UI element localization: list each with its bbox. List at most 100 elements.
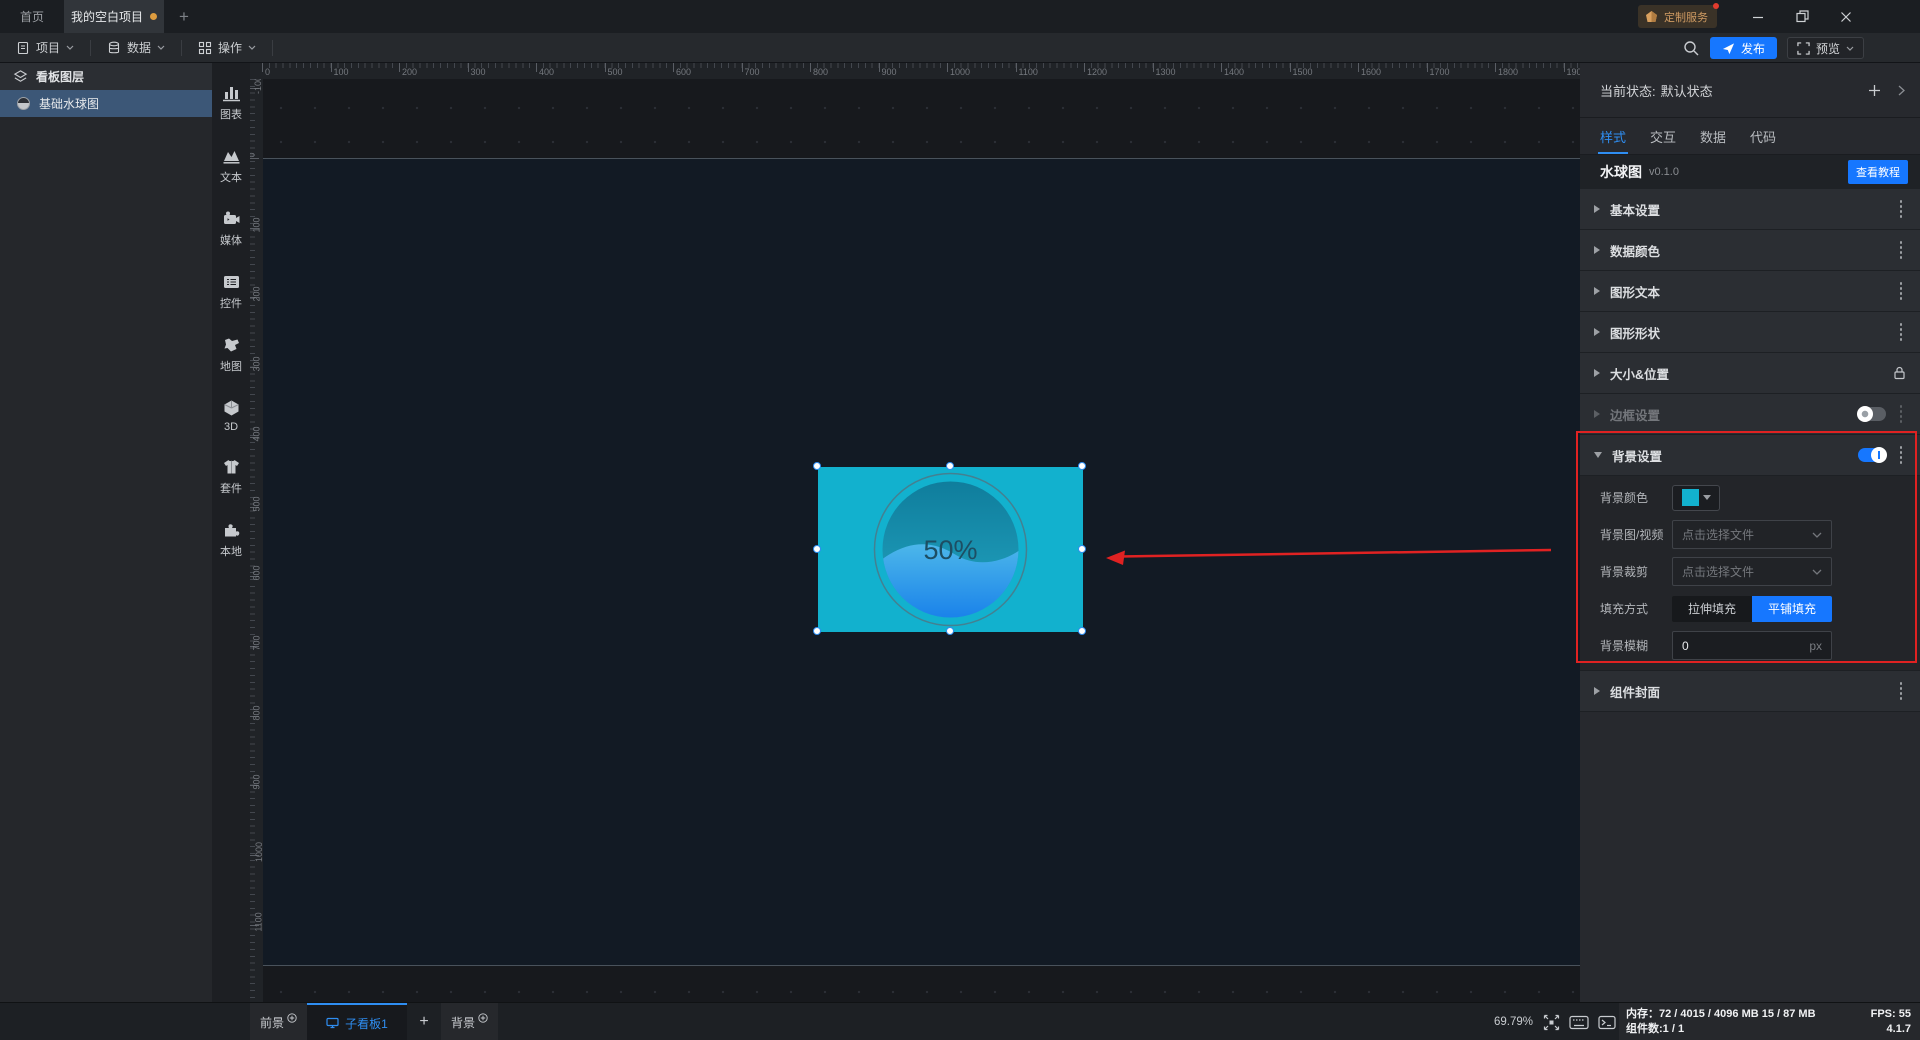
tab-home[interactable]: 首页 (0, 0, 64, 33)
caret-right-icon (1594, 328, 1600, 336)
library-item-label: 地图 (220, 361, 242, 373)
library-item-map[interactable]: 地图 (220, 336, 242, 374)
circle-plus-icon[interactable] (478, 1013, 488, 1023)
section-component-cover[interactable]: 组件封面 (1580, 671, 1920, 712)
tab-project[interactable]: 我的空白项目 (64, 0, 164, 33)
section-menu-icon[interactable] (1896, 682, 1907, 700)
resize-handle-e[interactable] (1078, 545, 1086, 553)
waterball-value-label: 50% (923, 535, 977, 565)
menu-data-label: 数据 (127, 41, 152, 55)
layer-item-waterball[interactable]: 基础水球图 (0, 90, 212, 117)
search-icon[interactable] (1683, 40, 1700, 57)
library-item-charts[interactable]: 图表 (220, 84, 242, 122)
section-label: 大小&位置 (1610, 367, 1670, 382)
zoom-level[interactable]: 69.79% (1494, 1003, 1533, 1040)
database-icon (108, 41, 120, 53)
section-graphic-shape[interactable]: 图形形状 (1580, 312, 1920, 353)
chevron-right-icon[interactable] (1897, 84, 1906, 97)
circle-plus-icon[interactable] (287, 1013, 297, 1023)
resize-handle-ne[interactable] (1078, 462, 1086, 470)
menu-project[interactable]: 项目 (0, 33, 90, 62)
components-grid-icon (198, 41, 212, 54)
background-board-button[interactable]: 背景 (441, 1003, 499, 1040)
state-bar: 当前状态: 默认状态 (1580, 63, 1920, 118)
resize-handle-n[interactable] (946, 462, 954, 470)
preview-button[interactable]: 预览 (1786, 37, 1864, 59)
component-name: 水球图 (1600, 164, 1642, 180)
library-item-label: 控件 (220, 298, 242, 310)
section-menu-icon[interactable] (1896, 282, 1907, 300)
section-menu-icon[interactable] (1896, 405, 1907, 423)
board-tab-active[interactable]: 子看板1 (307, 1003, 408, 1040)
section-graphic-text[interactable]: 图形文本 (1580, 271, 1920, 312)
chevron-down-icon (66, 45, 74, 50)
library-item-label: 图表 (220, 109, 242, 121)
resize-handle-sw[interactable] (813, 627, 821, 635)
tutorial-button[interactable]: 查看教程 (1848, 160, 1908, 184)
library-item-kits[interactable]: 套件 (220, 458, 242, 496)
annotation-red-box (1576, 431, 1917, 663)
menu-actions[interactable]: 操作 (182, 33, 272, 62)
app-window: 首页 我的空白项目 + 定制服务 项目 数据 操作 发布 预览 看板图层 基础水… (0, 0, 1920, 1040)
section-label: 图形形状 (1610, 326, 1661, 341)
layers-panel: 看板图层 基础水球图 (0, 63, 212, 1002)
chart-icon (222, 87, 240, 102)
menu-data[interactable]: 数据 (91, 33, 181, 62)
chevron-down-icon (248, 45, 256, 50)
waterball-chart: 50% (873, 472, 1028, 627)
artboard-bottom-edge (250, 965, 1580, 966)
maximize-button[interactable] (1786, 0, 1818, 33)
terminal-icon[interactable] (1598, 1015, 1616, 1030)
library-item-media[interactable]: 媒体 (220, 210, 242, 248)
tab-code[interactable]: 代码 (1750, 118, 1776, 154)
section-basic-settings[interactable]: 基本设置 (1580, 189, 1920, 230)
close-icon (1841, 11, 1851, 22)
panel-tabs: 样式 交互 数据 代码 (1580, 118, 1920, 155)
publish-button[interactable]: 发布 (1709, 37, 1777, 59)
library-item-label: 本地 (220, 546, 242, 558)
section-border-settings[interactable]: 边框设置 (1580, 394, 1920, 435)
section-menu-icon[interactable] (1896, 241, 1907, 259)
caret-right-icon (1594, 687, 1600, 695)
section-label: 边框设置 (1610, 408, 1661, 423)
close-button[interactable] (1830, 0, 1862, 33)
foreground-button[interactable]: 前景 (250, 1003, 308, 1040)
section-menu-icon[interactable] (1896, 323, 1907, 341)
library-item-local[interactable]: 本地 (220, 521, 242, 559)
minimize-button[interactable] (1742, 0, 1774, 33)
layers-icon (13, 70, 28, 82)
custom-service-badge[interactable]: 定制服务 (1638, 3, 1719, 28)
add-state-icon[interactable] (1867, 83, 1882, 98)
library-item-label: 套件 (220, 483, 242, 495)
caret-right-icon (1594, 246, 1600, 254)
add-board-button[interactable]: + (407, 1003, 442, 1040)
lock-icon[interactable] (1893, 366, 1906, 380)
section-menu-icon[interactable] (1896, 200, 1907, 218)
resize-handle-s[interactable] (946, 627, 954, 635)
preview-label: 预览 (1815, 41, 1840, 56)
tab-data[interactable]: 数据 (1700, 118, 1726, 154)
border-toggle-off[interactable] (1856, 406, 1886, 422)
tab-style[interactable]: 样式 (1597, 118, 1629, 154)
library-item-label: 媒体 (220, 235, 242, 247)
status-block: 内存：72 / 4015 / 4096 MB 15 / 87 MB FPS: 5… (1619, 1003, 1920, 1040)
resize-handle-nw[interactable] (813, 462, 821, 470)
resize-handle-w[interactable] (813, 545, 821, 553)
layer-item-label: 基础水球图 (39, 97, 100, 111)
fit-screen-icon[interactable] (1543, 1014, 1560, 1031)
tab-interaction[interactable]: 交互 (1650, 118, 1676, 154)
resize-handle-se[interactable] (1078, 627, 1086, 635)
cube-3d-icon (223, 400, 239, 416)
library-item-3d[interactable]: 3D (222, 399, 241, 433)
new-tab-button[interactable]: + (164, 0, 204, 33)
map-icon (224, 338, 239, 352)
keyboard-icon[interactable] (1569, 1015, 1589, 1030)
waterball-widget[interactable]: 50% (813, 462, 1086, 635)
design-canvas[interactable]: 0 100 200 300 400 500 600 700 800 900 1000 1100 1200… (250, 63, 1580, 1002)
section-data-colors[interactable]: 数据颜色 (1580, 230, 1920, 271)
state-value: 默认状态 (1660, 83, 1713, 99)
bottom-bar: 前景 子看板1 + 背景 69.79% 内存：72 / 4015 / 4096 … (0, 1002, 1920, 1040)
library-item-text[interactable]: 文本 (220, 147, 242, 185)
library-item-controls[interactable]: 控件 (220, 273, 242, 311)
section-size-position[interactable]: 大小&位置 (1580, 353, 1920, 394)
